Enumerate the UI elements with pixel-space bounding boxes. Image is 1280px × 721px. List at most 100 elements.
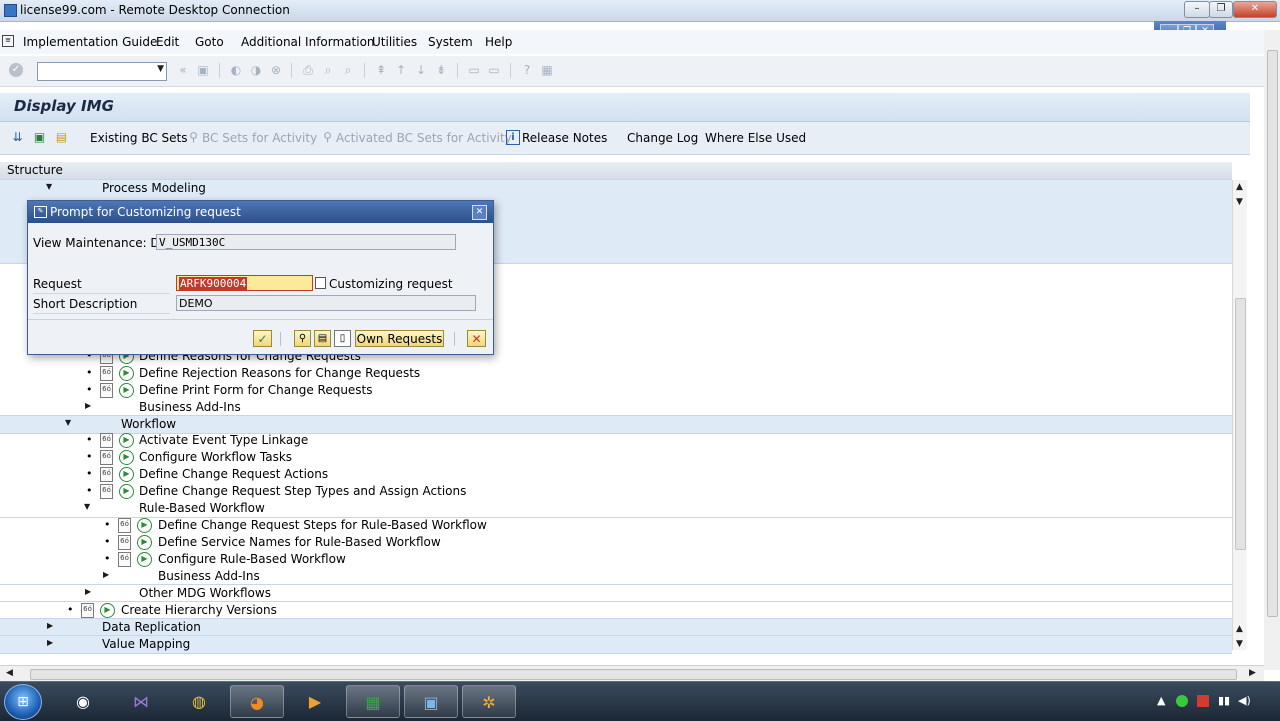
first-page-icon[interactable]: ⇞ xyxy=(374,63,388,77)
tree-label[interactable]: Configure Rule-Based Workflow xyxy=(158,552,346,566)
short-description-field[interactable]: DEMO xyxy=(176,295,476,311)
documentation-icon[interactable]: 6ó xyxy=(118,535,131,550)
execute-icon[interactable]: ▶ xyxy=(119,383,134,398)
expanded-triangle-icon[interactable]: ▼ xyxy=(46,182,52,191)
menu-help[interactable]: Help xyxy=(485,35,512,49)
tree-row[interactable]: ▶ Other MDG Workflows xyxy=(0,584,1232,602)
help-icon[interactable]: ? xyxy=(520,63,534,77)
close-button[interactable]: ✕ xyxy=(1233,1,1277,18)
menu-system[interactable]: System xyxy=(428,35,473,49)
print-icon[interactable]: ⎙ xyxy=(301,63,315,77)
documentation-icon[interactable]: 6ó xyxy=(118,552,131,567)
execute-icon[interactable]: ▶ xyxy=(119,467,134,482)
expand-subtree-icon[interactable]: ⇊ xyxy=(10,130,25,145)
last-page-icon[interactable]: ⇟ xyxy=(434,63,448,77)
execute-icon[interactable]: ▶ xyxy=(137,535,152,550)
own-requests-button[interactable]: Own Requests xyxy=(355,330,444,347)
minimize-button[interactable]: – xyxy=(1184,1,1210,18)
tree-row[interactable]: • 6ó ▶ Define Print Form for Change Requ… xyxy=(0,382,1232,399)
remote-desktop-icon[interactable]: ▣ xyxy=(404,685,458,718)
tree-label[interactable]: Value Mapping xyxy=(102,637,190,651)
bc-sets-for-activity-button[interactable]: BC Sets for Activity xyxy=(202,131,317,145)
documentation-icon[interactable]: 6ó xyxy=(100,433,113,448)
find-icon[interactable]: ⌕ xyxy=(321,63,335,77)
scrollbar-thumb[interactable] xyxy=(1267,50,1278,617)
chrome-icon[interactable]: ◍ xyxy=(172,685,226,718)
collapsed-triangle-icon[interactable]: ▶ xyxy=(85,587,91,596)
note-icon[interactable]: ▤ xyxy=(54,130,69,145)
tree-vertical-scrollbar[interactable]: ▲ ▼ ▲ ▼ xyxy=(1232,180,1247,650)
save-icon[interactable]: ▣ xyxy=(196,63,210,77)
find-icon[interactable]: ▣ xyxy=(32,130,47,145)
collapsed-triangle-icon[interactable]: ▶ xyxy=(85,401,91,410)
tree-label[interactable]: Define Change Request Step Types and Ass… xyxy=(139,484,466,498)
visual-studio-icon[interactable]: ⋈ xyxy=(114,685,168,718)
execute-icon[interactable]: ▶ xyxy=(119,484,134,499)
existing-bc-sets-button[interactable]: Existing BC Sets xyxy=(90,131,188,145)
scroll-down-icon[interactable]: ▼ xyxy=(1236,197,1243,207)
back-nav-icon[interactable]: ◐ xyxy=(229,63,243,77)
documentation-icon[interactable]: 6ó xyxy=(100,450,113,465)
tree-label[interactable]: Define Change Request Steps for Rule-Bas… xyxy=(158,518,487,532)
hp-app-icon[interactable]: ◉ xyxy=(56,685,110,718)
enter-icon[interactable]: ✓ xyxy=(9,63,23,77)
scroll-up-icon[interactable]: ▲ xyxy=(1236,182,1243,192)
menu-additional-information[interactable]: Additional Information xyxy=(241,35,375,49)
shortcut-icon[interactable]: ▭ xyxy=(487,63,501,77)
menu-icon[interactable]: ≡ xyxy=(2,35,14,47)
scroll-up-icon[interactable]: ▲ xyxy=(1236,624,1243,634)
execute-icon[interactable]: ▶ xyxy=(137,552,152,567)
tree-row[interactable]: ▼ Process Modeling xyxy=(0,179,1232,198)
tree-label[interactable]: Process Modeling xyxy=(102,181,206,195)
tree-label[interactable]: Create Hierarchy Versions xyxy=(121,603,277,617)
cancel-button[interactable]: ✕ xyxy=(467,330,486,347)
request-input[interactable]: ARFK900004 xyxy=(176,275,313,291)
expanded-triangle-icon[interactable]: ▼ xyxy=(65,418,71,427)
tree-row[interactable]: • 6ó ▶ Define Change Request Steps for R… xyxy=(0,517,1232,534)
execute-icon[interactable]: ▶ xyxy=(119,433,134,448)
excel-icon[interactable]: ▦ xyxy=(346,685,400,718)
tree-label[interactable]: Other MDG Workflows xyxy=(139,586,271,600)
activated-bc-sets-button[interactable]: Activated BC Sets for Activity xyxy=(336,131,512,145)
tree-label[interactable]: Configure Workflow Tasks xyxy=(139,450,292,464)
show-hidden-icons-icon[interactable]: ▲ xyxy=(1157,694,1165,707)
tree-label[interactable]: Define Rejection Reasons for Change Requ… xyxy=(139,366,420,380)
network-status-icon[interactable] xyxy=(1176,695,1188,707)
tree-row[interactable]: ▶ Business Add-Ins xyxy=(0,568,1232,585)
display-request-button[interactable]: ▤ xyxy=(314,330,331,347)
find-next-icon[interactable]: ⌕ xyxy=(341,63,355,77)
tree-label[interactable]: Define Change Request Actions xyxy=(139,467,328,481)
menu-utilities[interactable]: Utilities xyxy=(372,35,417,49)
tree-label[interactable]: Rule-Based Workflow xyxy=(139,501,265,515)
execute-icon[interactable]: ▶ xyxy=(100,603,115,618)
execute-icon[interactable]: ▶ xyxy=(119,450,134,465)
tree-row[interactable]: • 6ó ▶ Define Rejection Reasons for Chan… xyxy=(0,365,1232,382)
previous-page-icon[interactable]: ↑ xyxy=(394,63,408,77)
layout-icon[interactable]: ▦ xyxy=(540,63,554,77)
next-page-icon[interactable]: ↓ xyxy=(414,63,428,77)
expanded-triangle-icon[interactable]: ▼ xyxy=(84,502,90,511)
tree-row[interactable]: ▶ Value Mapping xyxy=(0,635,1232,654)
scroll-right-icon[interactable]: ▶ xyxy=(1249,668,1256,678)
network-icon[interactable]: ▮▮ xyxy=(1218,694,1230,707)
menu-edit[interactable]: Edit xyxy=(156,35,179,49)
documentation-icon[interactable]: 6ó xyxy=(118,518,131,533)
tree-row[interactable]: • 6ó ▶ Define Change Request Actions xyxy=(0,466,1232,483)
start-button[interactable]: ⊞ xyxy=(4,684,42,720)
copy-icon[interactable] xyxy=(315,277,326,289)
tree-label[interactable]: Define Print Form for Change Requests xyxy=(139,383,373,397)
tree-label[interactable]: Business Add-Ins xyxy=(158,569,260,583)
collapsed-triangle-icon[interactable]: ▶ xyxy=(47,638,53,647)
tree-row[interactable]: • 6ó ▶ Define Change Request Step Types … xyxy=(0,483,1232,500)
where-else-used-button[interactable]: Where Else Used xyxy=(705,131,806,145)
tree-row[interactable]: ▼ Rule-Based Workflow xyxy=(0,500,1232,518)
volume-icon[interactable]: ◀) xyxy=(1238,694,1251,707)
tree-label[interactable]: Workflow xyxy=(121,417,176,431)
change-log-button[interactable]: Change Log xyxy=(627,131,698,145)
scroll-down-icon[interactable]: ▼ xyxy=(1236,639,1243,649)
documentation-icon[interactable]: 6ó xyxy=(81,603,94,618)
command-field[interactable]: ▼ xyxy=(37,62,167,81)
collapsed-triangle-icon[interactable]: ▶ xyxy=(47,621,53,630)
tree-label[interactable]: Data Replication xyxy=(102,620,201,634)
close-icon[interactable]: ✕ xyxy=(472,205,487,220)
